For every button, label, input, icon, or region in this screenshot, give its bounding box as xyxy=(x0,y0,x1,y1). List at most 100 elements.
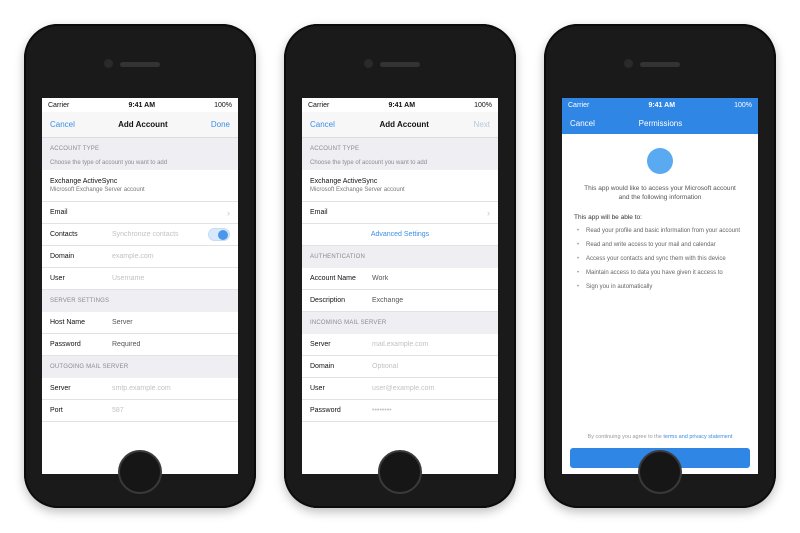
phone-1: Carrier 9:41 AM 100% Cancel Add Account … xyxy=(24,24,256,508)
next-button[interactable]: Next xyxy=(474,120,490,129)
contacts-toggle[interactable] xyxy=(208,228,230,241)
domain-label: Domain xyxy=(50,253,75,260)
section-header: Account Type xyxy=(302,138,498,160)
screen-2: Carrier 9:41 AM 100% Cancel Add Account … xyxy=(302,98,498,474)
home-button[interactable] xyxy=(378,450,422,494)
server-field[interactable]: smtp.example.com xyxy=(112,385,230,392)
account-type-subtitle: Microsoft Exchange Server account xyxy=(50,187,145,193)
section-note: Choose the type of account you want to a… xyxy=(42,160,238,170)
nav-bar: Cancel Add Account Next xyxy=(302,112,498,138)
nav-bar: Cancel Permissions xyxy=(562,112,758,134)
earpiece xyxy=(640,62,680,67)
status-time: 9:41 AM xyxy=(388,101,416,109)
earpiece xyxy=(120,62,160,67)
privacy-link[interactable]: terms and privacy statement xyxy=(663,434,732,440)
host-label: Host Name xyxy=(50,319,86,326)
done-button[interactable]: Done xyxy=(211,120,230,129)
host-row[interactable]: Host Name Server xyxy=(42,312,238,334)
account-name-field[interactable]: Work xyxy=(372,275,490,282)
port-row[interactable]: Port 587 xyxy=(42,400,238,422)
server-field[interactable]: mail.example.com xyxy=(372,341,490,348)
permission-item: Sign you in automatically xyxy=(577,283,746,292)
contacts-label: Contacts xyxy=(50,231,78,238)
chevron-right-icon: › xyxy=(487,207,490,218)
front-camera xyxy=(104,59,113,68)
account-avatar-icon xyxy=(647,148,673,174)
domain-field[interactable]: Optional xyxy=(372,363,490,370)
server-label: Server xyxy=(310,341,331,348)
permission-item: Maintain access to data you have given i… xyxy=(577,269,746,278)
chevron-right-icon: › xyxy=(227,207,230,218)
password-label: Password xyxy=(310,407,341,414)
section-note: Choose the type of account you want to a… xyxy=(302,160,498,170)
cancel-button[interactable]: Cancel xyxy=(50,120,75,129)
account-type-title: Exchange ActiveSync xyxy=(310,178,378,185)
section-header: Account Type xyxy=(42,138,238,160)
user-row[interactable]: User user@example.com xyxy=(302,378,498,400)
screen-3: Carrier 9:41 AM 100% Cancel Permissions … xyxy=(562,98,758,474)
battery-label: 100% xyxy=(474,101,492,109)
email-label: Email xyxy=(50,209,68,216)
status-bar: Carrier 9:41 AM 100% xyxy=(562,98,758,112)
email-row[interactable]: Email › xyxy=(302,202,498,224)
section-header: Incoming Mail Server xyxy=(302,312,498,334)
password-row[interactable]: Password •••••••• xyxy=(302,400,498,422)
permission-item: Read and write access to your mail and c… xyxy=(577,241,746,250)
port-label: Port xyxy=(50,407,63,414)
domain-label: Domain xyxy=(310,363,335,370)
nav-title: Permissions xyxy=(638,118,683,128)
home-button[interactable] xyxy=(118,450,162,494)
carrier-label: Carrier xyxy=(308,101,330,109)
user-label: User xyxy=(50,275,65,282)
status-bar: Carrier 9:41 AM 100% xyxy=(302,98,498,112)
cancel-button[interactable]: Cancel xyxy=(570,119,595,128)
description-row[interactable]: Description Exchange xyxy=(302,290,498,312)
permissions-list: Read your profile and basic information … xyxy=(562,227,758,292)
status-time: 9:41 AM xyxy=(128,101,156,109)
consent-intro: This app would like to access your Micro… xyxy=(584,185,736,201)
host-field[interactable]: Server xyxy=(112,319,230,326)
email-label: Email xyxy=(310,209,328,216)
server-label: Server xyxy=(50,385,71,392)
screen-1: Carrier 9:41 AM 100% Cancel Add Account … xyxy=(42,98,238,474)
contacts-value: Synchronize contacts xyxy=(112,231,179,238)
account-type-title: Exchange ActiveSync xyxy=(50,178,118,185)
password-field[interactable]: •••••••• xyxy=(372,407,490,414)
earpiece xyxy=(380,62,420,67)
account-type-subtitle: Microsoft Exchange Server account xyxy=(310,187,405,193)
permission-item: Read your profile and basic information … xyxy=(577,227,746,236)
cancel-button[interactable]: Cancel xyxy=(310,120,335,129)
nav-bar: Cancel Add Account Done xyxy=(42,112,238,138)
section-header: Server Settings xyxy=(42,290,238,312)
phone-2: Carrier 9:41 AM 100% Cancel Add Account … xyxy=(284,24,516,508)
home-button[interactable] xyxy=(638,450,682,494)
domain-row[interactable]: Domain example.com xyxy=(42,246,238,268)
domain-field[interactable]: example.com xyxy=(112,253,230,260)
email-row[interactable]: Email › xyxy=(42,202,238,224)
account-type-row[interactable]: Exchange ActiveSync Microsoft Exchange S… xyxy=(42,170,238,202)
account-type-row[interactable]: Exchange ActiveSync Microsoft Exchange S… xyxy=(302,170,498,202)
account-name-row[interactable]: Account Name Work xyxy=(302,268,498,290)
user-field[interactable]: Username xyxy=(112,275,230,282)
header-bar: Carrier 9:41 AM 100% Cancel Permissions xyxy=(562,98,758,134)
user-field[interactable]: user@example.com xyxy=(372,385,490,392)
user-row[interactable]: User Username xyxy=(42,268,238,290)
description-label: Description xyxy=(310,297,346,304)
front-camera xyxy=(364,59,373,68)
advanced-settings-link[interactable]: Advanced Settings xyxy=(302,224,498,246)
status-bar: Carrier 9:41 AM 100% xyxy=(42,98,238,112)
port-field[interactable]: 587 xyxy=(112,407,230,414)
section-header: Outgoing Mail Server xyxy=(42,356,238,378)
account-name-label: Account Name xyxy=(310,275,356,282)
domain-row[interactable]: Domain Optional xyxy=(302,356,498,378)
toggle-knob xyxy=(218,230,228,240)
battery-label: 100% xyxy=(734,101,752,109)
server-row[interactable]: Server mail.example.com xyxy=(302,334,498,356)
password-field[interactable]: Required xyxy=(112,341,230,348)
password-row[interactable]: Password Required xyxy=(42,334,238,356)
description-field[interactable]: Exchange xyxy=(372,297,490,304)
user-label: User xyxy=(310,385,325,392)
server-row[interactable]: Server smtp.example.com xyxy=(42,378,238,400)
front-camera xyxy=(624,59,633,68)
privacy-prefix: By continuing you agree to the xyxy=(587,434,662,440)
